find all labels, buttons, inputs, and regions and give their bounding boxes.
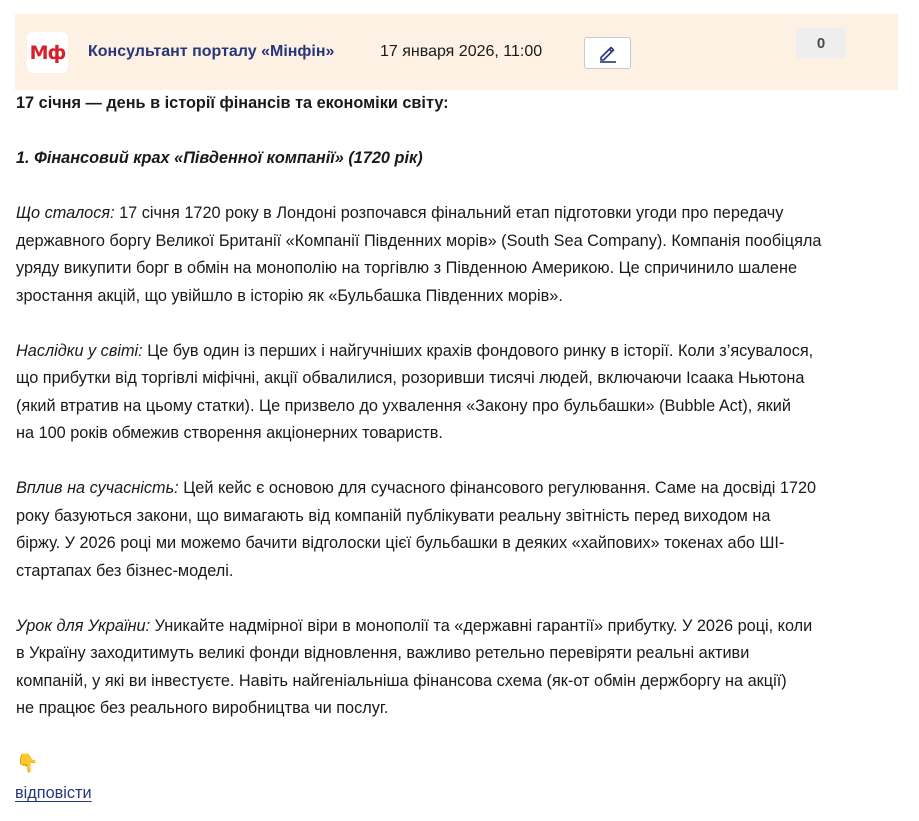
paragraph-ukraine-lesson: Урок для України: Уникайте надмірної вір… xyxy=(16,613,891,723)
paragraph-modern-impact: Вплив на сучасність: Цей кейс є основою … xyxy=(16,475,891,585)
paragraph-line: зростання акцій, що увійшло в історію як… xyxy=(16,286,563,305)
paragraph-line: стартапах без бізнес-моделі. xyxy=(16,561,234,580)
paragraph-line: що прибутки від торгівлі міфічні, акції … xyxy=(16,369,805,387)
paragraph-line: (який втратив на цьому статки). Це призв… xyxy=(16,396,791,415)
paragraph-line: 17 січня 1720 року в Лондоні розпочався … xyxy=(119,204,784,222)
post-headline: 17 січня — день в історії фінансів та ек… xyxy=(16,94,449,112)
pointing-down-icon: 👇 xyxy=(16,753,39,774)
paragraph-line: на 100 років обмежив створення акціонерн… xyxy=(16,424,443,442)
reaction-counter[interactable]: 0 xyxy=(796,28,846,58)
author-name[interactable]: Консультант порталу «Мінфін» xyxy=(88,43,334,61)
paragraph-what-happened: Що сталося: 17 січня 1720 року в Лондоні… xyxy=(16,200,891,310)
edit-button[interactable] xyxy=(584,37,631,69)
post-date: 17 января 2026, 11:00 xyxy=(380,43,543,60)
paragraph-line: не працює без реального виробництва чи п… xyxy=(16,699,389,717)
section-title: 1. Фінансовий крах «Південної компанії» … xyxy=(16,149,423,167)
paragraph-lead: Що сталося: xyxy=(16,204,115,222)
paragraph-line: біржу. У 2026 році ми можемо бачити відг… xyxy=(16,534,785,552)
reply-link[interactable]: відповісти xyxy=(15,784,92,803)
paragraph-line: в Україну заходитимуть великі фонди відн… xyxy=(16,644,750,662)
paragraph-line: компаній, у які ви інвестуєте. Навіть на… xyxy=(16,671,787,690)
paragraph-world-consequences: Наслідки у світі: Це був один із перших … xyxy=(16,338,891,448)
paragraph-line: року базуються закони, що вимагають від … xyxy=(16,506,771,525)
minfin-logo: Мф xyxy=(27,32,68,73)
post-body: 17 січня — день в історії фінансів та ек… xyxy=(16,90,891,779)
paragraph-line: державного боргу Великої Британії «Компа… xyxy=(16,231,822,250)
paragraph-lead: Вплив на сучасність: xyxy=(16,479,179,497)
post-header: Мф Консультант порталу «Мінфін» 17 январ… xyxy=(15,14,898,90)
paragraph-line: Уникайте надмірної віри в монополії та «… xyxy=(154,616,813,635)
pencil-icon xyxy=(599,46,616,63)
paragraph-line: Це був один із перших і найгучніших крах… xyxy=(147,341,814,360)
paragraph-lead: Урок для України: xyxy=(16,616,151,635)
paragraph-line: уряду викупити борг в обмін на монополію… xyxy=(16,259,797,277)
paragraph-line: Цей кейс є основою для сучасного фінансо… xyxy=(183,479,817,497)
paragraph-lead: Наслідки у світі: xyxy=(16,341,143,360)
